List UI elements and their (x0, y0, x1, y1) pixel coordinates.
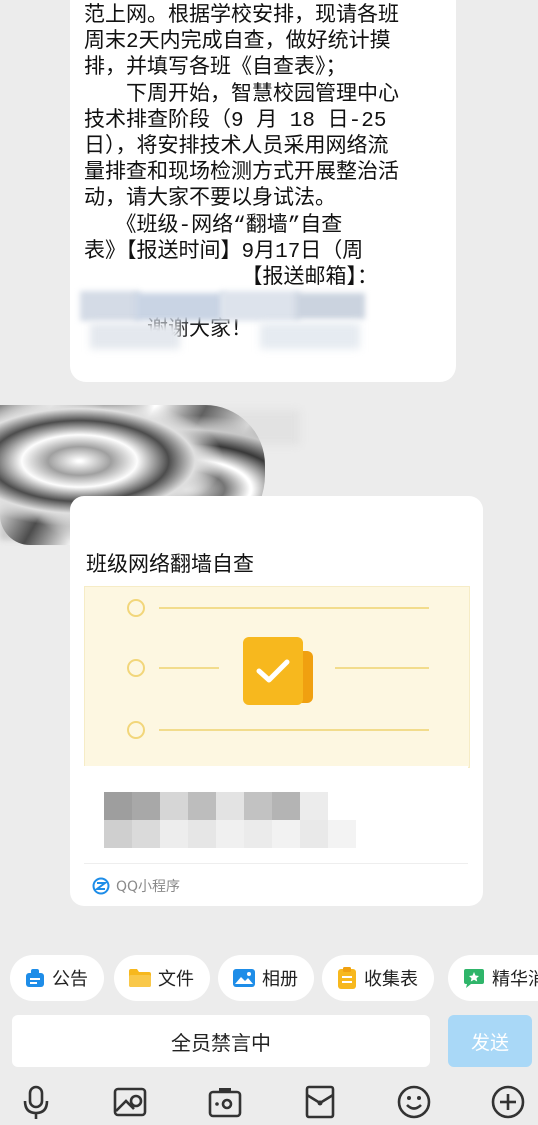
card-title: 班级网络翻墙自查 (86, 552, 254, 576)
emoji-icon[interactable] (396, 1084, 432, 1120)
redacted-region (80, 285, 370, 357)
list-line (159, 729, 429, 731)
message-line: 范上网。根据学校安排，现请各班 (84, 5, 399, 28)
list-bullet-icon (127, 721, 145, 739)
send-button-label: 发送 (470, 1031, 509, 1054)
folder-icon (129, 969, 151, 987)
list-line (159, 607, 429, 609)
chip-label: 文件 (158, 969, 194, 990)
card-divider (84, 863, 468, 864)
card-footer-label: QQ小程序 (116, 879, 181, 895)
message-input[interactable]: 全员禁言中 (12, 1015, 430, 1067)
image-icon[interactable] (112, 1084, 148, 1120)
plus-icon[interactable] (490, 1084, 526, 1120)
chip-files[interactable]: 文件 (114, 955, 210, 1001)
chip-label: 公告 (52, 969, 88, 990)
chip-announcement[interactable]: 公告 (10, 955, 104, 1001)
chip-label: 精华消 (492, 969, 538, 990)
clipboard-icon (338, 967, 356, 989)
message-line: 周末2天内完成自查，做好统计摸 (84, 31, 391, 55)
microphone-icon[interactable] (18, 1084, 54, 1120)
card-preview (84, 586, 470, 768)
list-bullet-icon (127, 659, 145, 677)
message-line: 《班级-网络“翻墙”自查 (84, 214, 343, 238)
announcement-icon (26, 969, 44, 987)
redacted-card-info (84, 766, 468, 861)
message-line: 技术排查阶段（9 月 18 日-25 (84, 109, 387, 133)
chip-label: 收集表 (364, 969, 418, 990)
message-line: 排，并填写各班《自查表》； (84, 57, 347, 81)
function-chip-bar: 公告 文件 相册 收集表 精华消 (0, 955, 538, 1005)
message-line: 动，请大家不要以身试法。 (84, 188, 336, 212)
list-line (335, 667, 429, 669)
muted-status: 全员禁言中 (171, 1030, 271, 1055)
highlights-icon (464, 969, 484, 988)
card-footer: QQ小程序 (92, 876, 180, 896)
chip-label: 相册 (262, 969, 298, 990)
input-toolbar (0, 1078, 538, 1125)
list-line (159, 667, 219, 669)
camera-icon[interactable] (207, 1084, 243, 1120)
mini-program-card[interactable]: 班级网络翻墙自查 QQ小程序 (70, 496, 483, 906)
message-line: 日），将安排技术人员采用网络流 (84, 136, 389, 160)
chip-highlights[interactable]: 精华消 (448, 955, 538, 1001)
checklist-icon (243, 637, 303, 705)
chip-album[interactable]: 相册 (218, 955, 314, 1001)
message-line: 下周开始，智慧校园管理中心 (84, 83, 399, 107)
list-bullet-icon (127, 599, 145, 617)
album-icon (233, 969, 255, 987)
message-bubble: 范上网。根据学校安排，现请各班 周末2天内完成自查，做好统计摸 排，并填写各班《… (70, 0, 456, 382)
chip-collection-form[interactable]: 收集表 (322, 955, 434, 1001)
red-packet-icon[interactable] (302, 1084, 338, 1120)
message-line: 表》【报送时间】9月17日（周 (84, 240, 364, 264)
qq-mini-program-icon (92, 877, 110, 895)
send-button[interactable]: 发送 (448, 1015, 532, 1067)
message-line: 量排查和现场检测方式开展整治活 (84, 162, 399, 186)
